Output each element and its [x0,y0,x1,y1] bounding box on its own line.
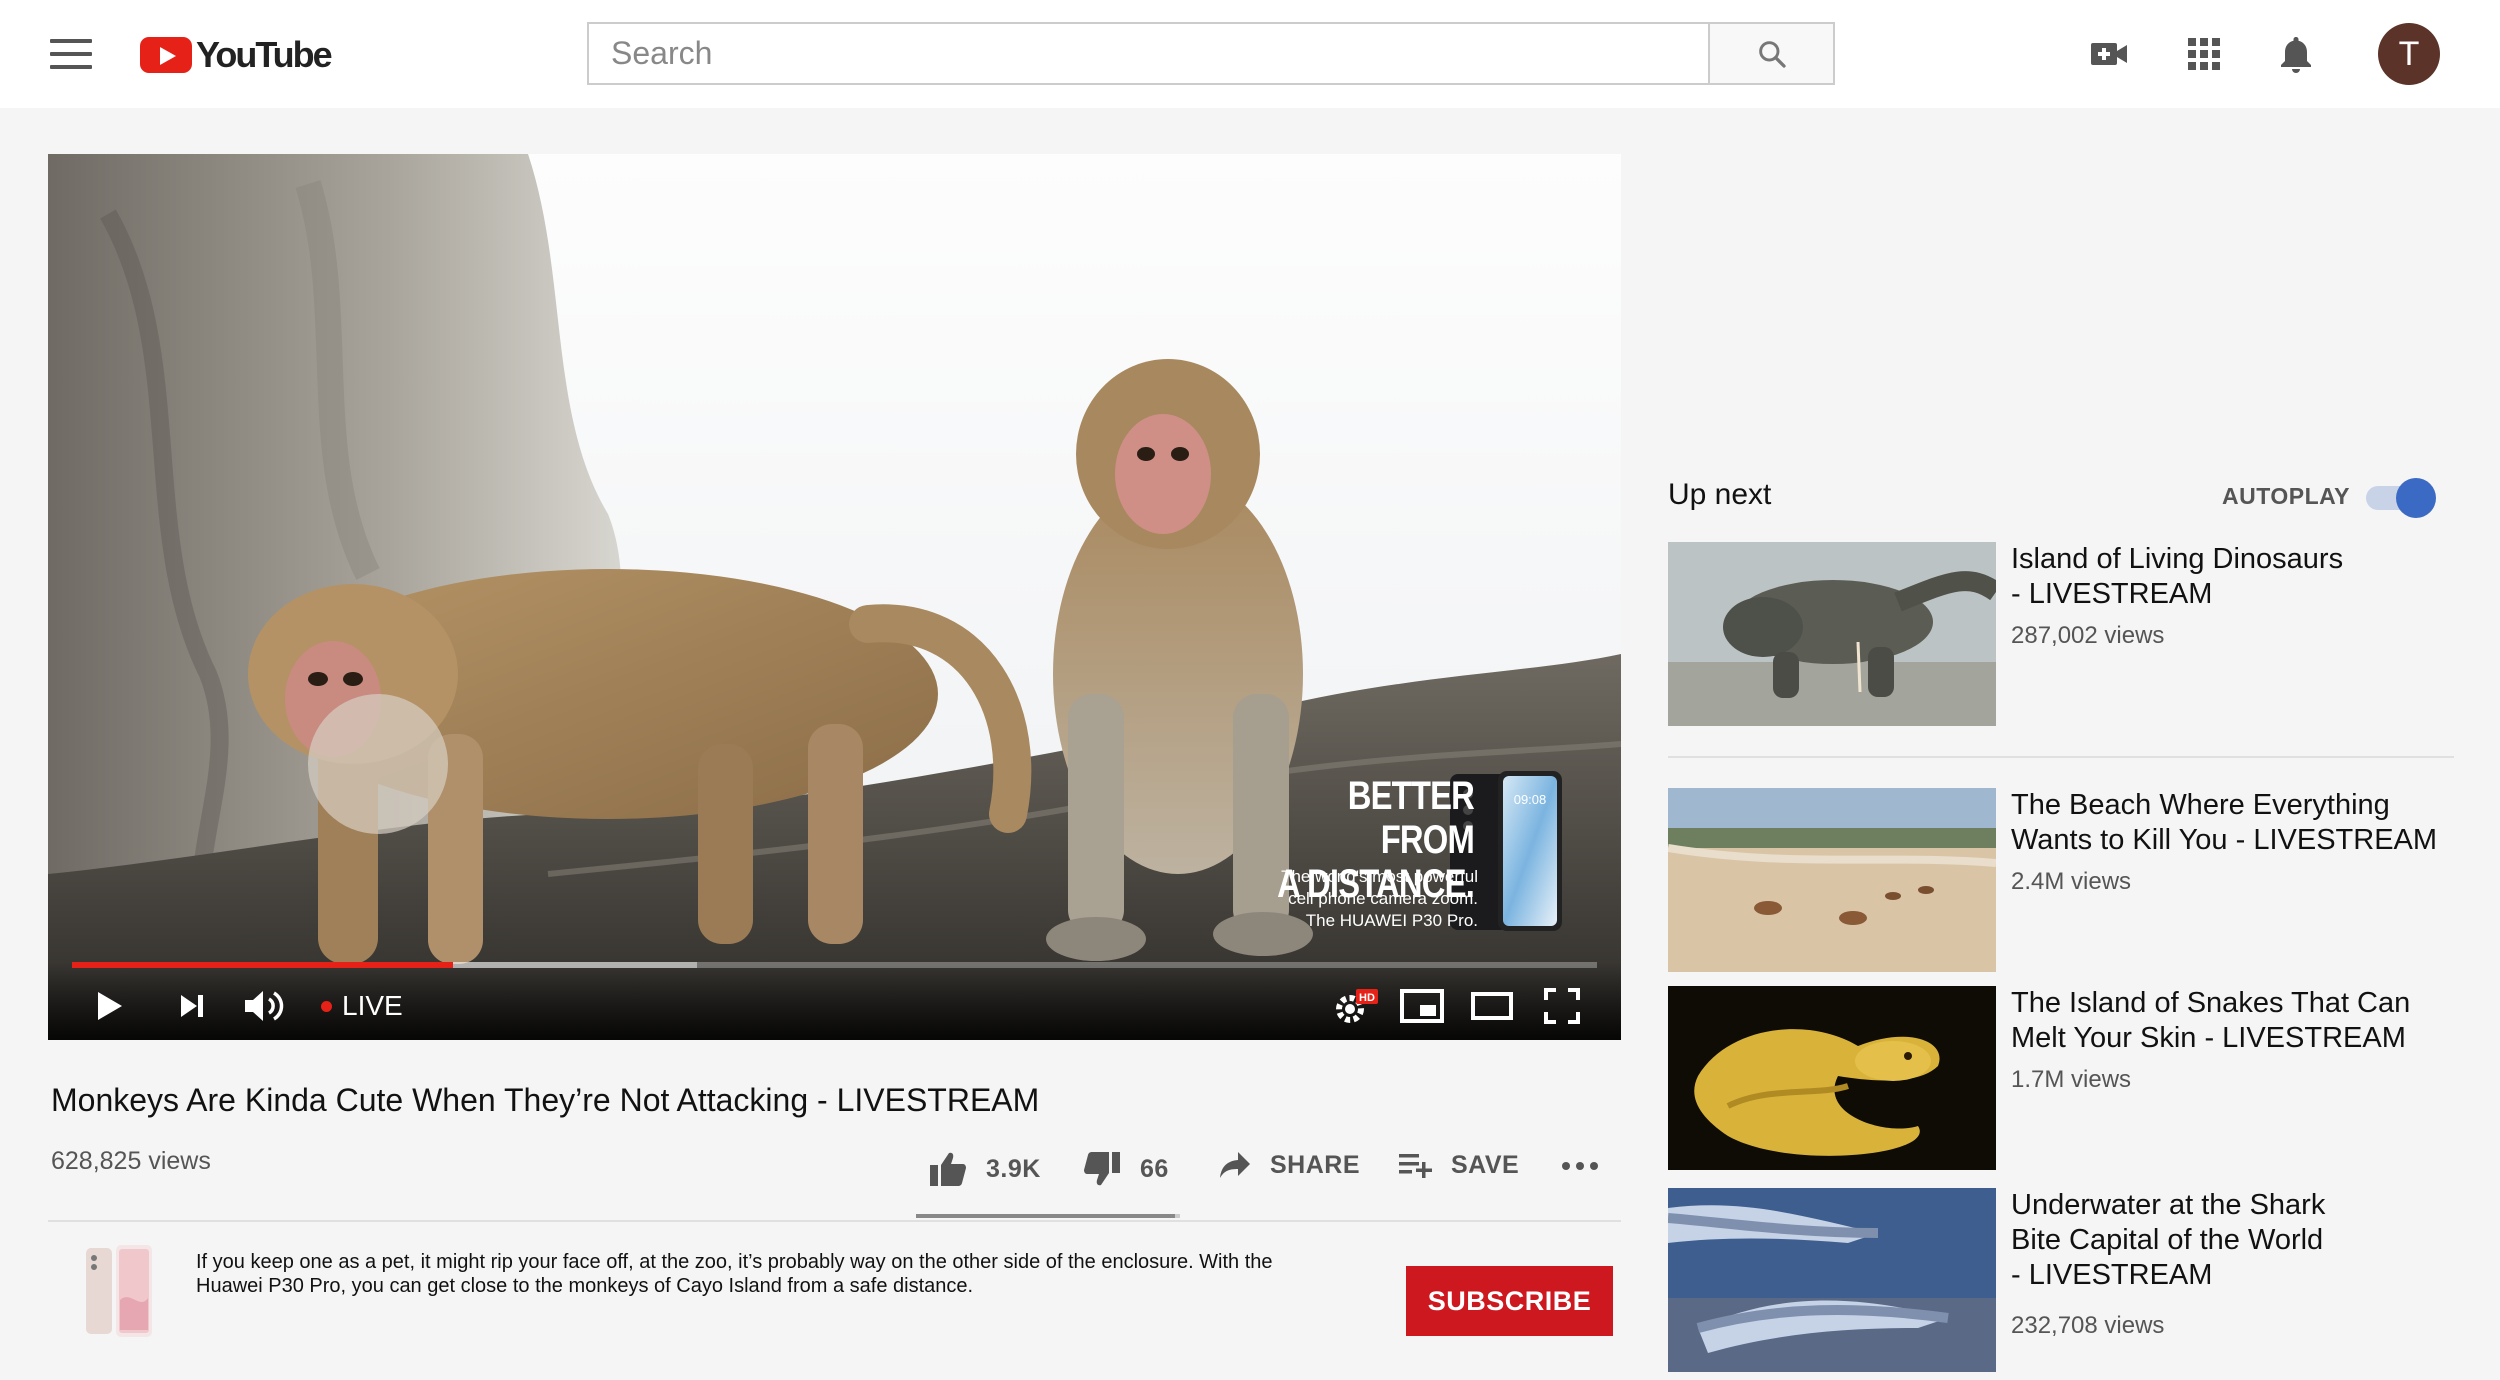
title-line: Bite Capital of the World [2011,1224,2324,1256]
hamburger-menu-icon[interactable] [50,34,92,74]
title-line: Underwater at the Shark [2011,1189,2326,1221]
like-dislike-ratio-bar [916,1214,1180,1218]
play-logo-icon [140,37,192,73]
title-line: - LIVESTREAM [2011,1259,2213,1291]
dislike-button[interactable]: 66 [1082,1150,1169,1188]
progress-bar[interactable] [72,962,1597,968]
progress-played [72,962,454,968]
bell-icon [2281,37,2311,73]
like-button[interactable]: 3.9K [928,1150,1041,1188]
recommended-video-views: 1.7M views [2011,1066,2132,1093]
miniplayer-icon [1400,989,1444,1023]
video-title: Monkeys Are Kinda Cute When They’re Not … [51,1082,1040,1118]
create-video-button[interactable] [2085,30,2133,78]
recommended-video-views: 2.4M views [2011,868,2132,895]
theater-mode-button[interactable] [1468,984,1516,1028]
description-line: If you keep one as a pet, it might rip y… [196,1251,1273,1273]
settings-button[interactable]: HD [1330,984,1380,1030]
recommended-video[interactable]: The Beach Where Everything Wants to Kill… [1668,788,2458,974]
play-button[interactable] [88,984,132,1028]
fullscreen-button[interactable] [1538,984,1586,1028]
volume-button[interactable] [238,982,290,1030]
description-line: Huawei P30 Pro, you can get close to the… [196,1275,974,1297]
playlist-add-icon [1399,1154,1432,1178]
volume-icon [245,991,284,1021]
phone-time: 09:08 [1514,792,1547,807]
title-line: Melt Your Skin - LIVESTREAM [2011,1022,2406,1054]
video-thumbnail [1668,986,1996,1170]
search-icon [1758,40,1786,68]
like-count: 3.9K [986,1154,1041,1183]
fullscreen-icon [1544,988,1580,1024]
toggle-knob [2396,478,2436,518]
title-line: - LIVESTREAM [2011,578,2213,610]
next-button[interactable] [170,984,214,1028]
search-box [587,22,1710,85]
recommended-video[interactable]: Underwater at the Shark Bite Capital of … [1668,1188,2458,1374]
share-label: SHARE [1270,1150,1361,1179]
ad-copy-line: The world's most powerful [1281,867,1478,886]
autoplay-toggle[interactable] [2366,478,2438,518]
play-icon [98,992,122,1020]
live-label: LIVE [342,990,403,1021]
recommended-video[interactable]: Island of Living Dinosaurs - LIVESTREAM … [1668,542,2458,728]
hd-badge: HD [1359,992,1375,1004]
ad-headline-line: BETTER FROM [1347,774,1475,862]
thumbs-up-icon [930,1152,966,1186]
live-dot-icon [321,1000,332,1012]
video-camera-add-icon [2091,43,2127,65]
share-button[interactable]: SHARE [1218,1150,1360,1180]
subscribe-button[interactable]: SUBSCRIBE [1406,1266,1613,1336]
search-button[interactable] [1710,22,1835,85]
avatar[interactable]: T [2378,23,2440,85]
title-line: The Island of Snakes That Can [2011,987,2411,1019]
ad-copy-line: The HUAWEI P30 Pro. [1305,911,1478,930]
search-input[interactable] [589,24,1708,83]
more-horizontal-icon [1562,1162,1598,1170]
title-line: Island of Living Dinosaurs [2011,543,2344,575]
autoplay-label: AUTOPLAY [2222,483,2350,509]
up-next-label: Up next [1668,478,1772,511]
gear-icon: HD [1336,989,1378,1023]
divider [1668,756,2454,758]
video-description: If you keep one as a pet, it might rip y… [196,1250,1346,1298]
miniplayer-button[interactable] [1398,984,1446,1028]
video-thumbnail [1668,788,1996,972]
video-thumbnail [1668,1188,1996,1372]
like-ratio-fill [916,1214,1175,1218]
title-line: Wants to Kill You - LIVESTREAM [2011,824,2438,856]
top-header: YouTube T [0,0,2500,108]
dislike-count: 66 [1140,1154,1169,1183]
ad-copy: The world's most powerful cell phone cam… [1148,866,1478,932]
title-line: The Beach Where Everything [2011,789,2390,821]
video-player[interactable]: 09:08 BETTER FROM A DISTANCE. The world'… [48,154,1621,1040]
product-thumbnail [86,1245,152,1337]
youtube-logo[interactable]: YouTube [140,34,333,76]
next-icon [181,995,203,1017]
theater-mode-icon [1471,992,1513,1020]
thumbs-down-icon [1084,1152,1120,1186]
more-actions-button[interactable] [1560,1160,1618,1172]
apps-grid-icon [2188,38,2220,70]
recommended-video-views: 287,002 views [2011,622,2165,649]
recommended-video-title: Underwater at the Shark Bite Capital of … [2011,1188,2451,1293]
recommended-video-views: 232,708 views [2011,1312,2165,1339]
recommended-video-title: The Beach Where Everything Wants to Kill… [2011,788,2451,858]
recommended-video-title: The Island of Snakes That Can Melt Your … [2011,986,2451,1056]
ad-copy-line: cell phone camera zoom. [1288,889,1478,908]
logo-text: YouTube [196,34,333,75]
save-label: SAVE [1451,1150,1520,1179]
notifications-button[interactable] [2272,30,2320,78]
recommended-video[interactable]: The Island of Snakes That Can Melt Your … [1668,986,2458,1172]
video-thumbnail [1668,542,1996,726]
apps-button[interactable] [2180,30,2228,78]
divider [48,1220,1621,1222]
share-icon [1220,1152,1250,1178]
recommended-video-title: Island of Living Dinosaurs - LIVESTREAM [2011,542,2451,612]
view-count: 628,825 views [51,1147,211,1175]
save-button[interactable]: SAVE [1397,1150,1519,1180]
live-badge[interactable]: LIVE [321,990,403,1022]
